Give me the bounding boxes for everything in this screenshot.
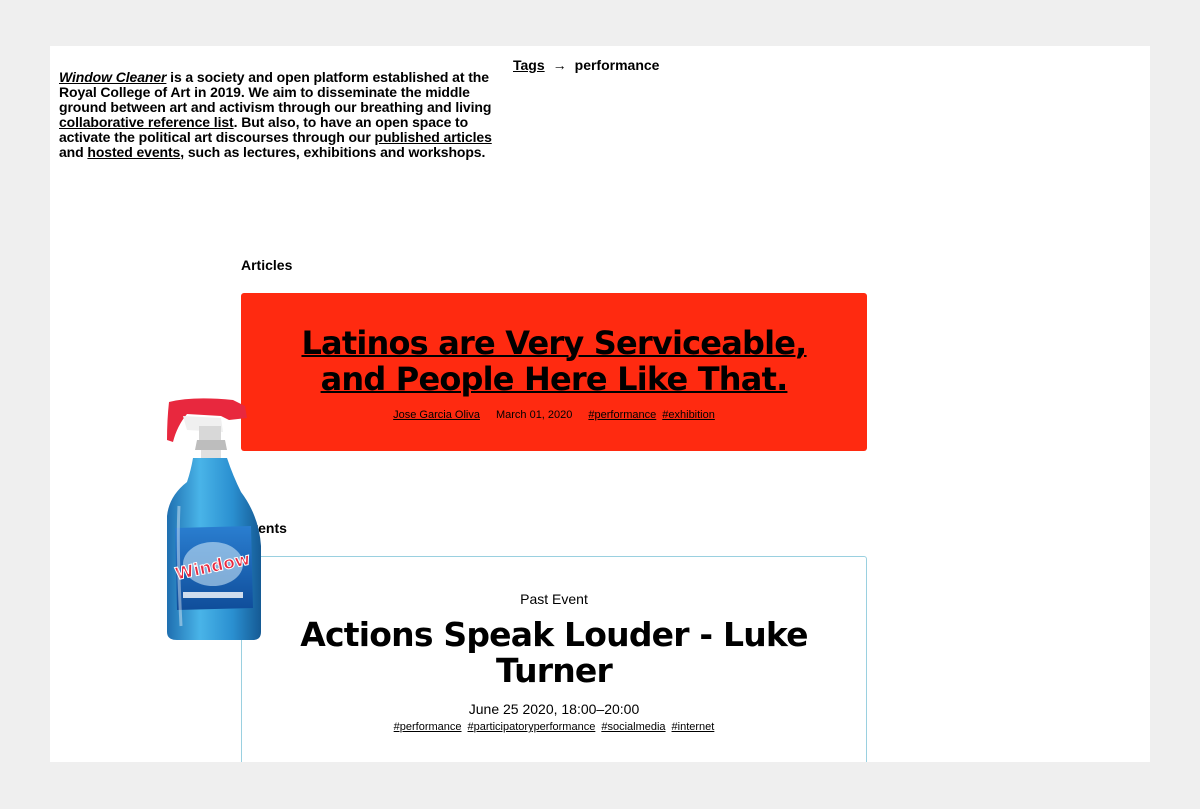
intro-text: Window Cleaner is a society and open pla… bbox=[59, 70, 509, 160]
tag-link[interactable]: #exhibition bbox=[662, 409, 715, 421]
articles-heading: Articles bbox=[241, 257, 293, 273]
breadcrumb-current: performance bbox=[574, 57, 660, 73]
tag-link[interactable]: #socialmedia bbox=[601, 721, 665, 733]
article-date: March 01, 2020 bbox=[495, 409, 573, 421]
reference-list-link[interactable]: collaborative reference list bbox=[59, 114, 234, 130]
brand-link[interactable]: Window Cleaner bbox=[59, 69, 166, 85]
article-title[interactable]: Latinos are Very Serviceable, and People… bbox=[274, 325, 834, 397]
hosted-events-link[interactable]: hosted events bbox=[87, 144, 180, 160]
intro-text-part: , such as lectures, exhibitions and work… bbox=[180, 144, 486, 160]
intro-text-part: and bbox=[59, 144, 88, 160]
tag-link[interactable]: #performance bbox=[588, 409, 656, 421]
tag-link[interactable]: #participatoryperformance bbox=[468, 721, 596, 733]
article-meta: Jose Garcia Oliva March 01, 2020 #perfor… bbox=[241, 409, 867, 421]
breadcrumb: Tags → performance bbox=[513, 57, 659, 73]
event-title[interactable]: Actions Speak Louder - Luke Turner bbox=[274, 617, 834, 689]
tag-link[interactable]: #performance bbox=[394, 721, 462, 733]
published-articles-link[interactable]: published articles bbox=[375, 129, 492, 145]
arrow-right-icon: → bbox=[552, 57, 567, 73]
event-status: Past Event bbox=[520, 591, 588, 607]
article-tags: #performance #exhibition bbox=[588, 409, 714, 421]
page: Window Cleaner is a society and open pla… bbox=[50, 46, 1150, 762]
article-author-link[interactable]: Jose Garcia Oliva bbox=[393, 409, 480, 421]
tag-link[interactable]: #internet bbox=[672, 721, 715, 733]
event-tags: #performance #participatoryperformance #… bbox=[242, 721, 866, 733]
window-cleaner-bottle-icon[interactable]: Window bbox=[163, 396, 267, 642]
event-date: June 25 2020, 18:00–20:00 bbox=[468, 701, 640, 717]
event-card[interactable]: Past Event Actions Speak Louder - Luke T… bbox=[241, 556, 867, 762]
breadcrumb-tags-link[interactable]: Tags bbox=[513, 57, 545, 73]
article-card[interactable]: Latinos are Very Serviceable, and People… bbox=[241, 293, 867, 451]
